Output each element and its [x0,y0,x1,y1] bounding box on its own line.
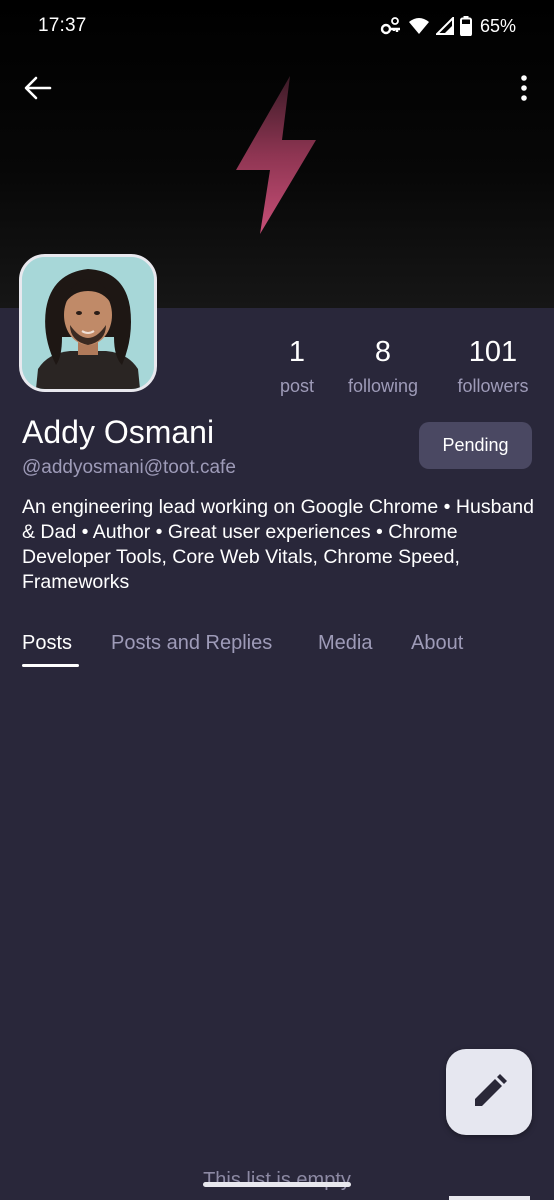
status-bar: 17:37 65% [0,0,554,52]
home-indicator[interactable] [203,1182,351,1187]
status-time: 17:37 [38,15,87,36]
back-button[interactable] [14,66,62,110]
pencil-icon [475,1074,507,1106]
posts-label: post [279,376,315,396]
display-name: Addy Osmani [22,414,215,450]
following-count: 8 [374,336,392,368]
tab-about[interactable]: About [411,626,463,660]
lightning-bolt-icon [236,76,316,234]
follow-request-pending-button[interactable]: Pending [419,422,532,469]
more-options-button[interactable] [504,66,544,110]
bottom-edge-bar [449,1196,530,1200]
battery-icon [459,16,472,36]
more-vertical-icon [521,75,527,101]
profile-tabs: Posts Posts and Replies Media About [0,626,554,670]
followers-label: followers [457,376,529,396]
arrow-left-icon [24,76,52,100]
battery-percent: 65% [479,15,516,36]
account-handle: @addyosmani@toot.cafe [22,457,236,478]
tab-posts[interactable]: Posts [22,626,72,660]
followers-count: 101 [468,336,518,368]
tab-media[interactable]: Media [318,626,372,660]
avatar-photo [22,257,154,389]
signal-icon [435,17,454,35]
empty-list-message: This list is empty [203,1169,351,1191]
status-icons: 65% [380,16,516,37]
vpn-key-icon [380,17,400,35]
tab-posts-and-replies[interactable]: Posts and Replies [111,626,272,660]
compose-button[interactable] [446,1049,532,1135]
following-label: following [347,376,419,396]
active-tab-indicator [22,664,79,667]
profile-bio: An engineering lead working on Google Ch… [22,496,534,593]
wifi-icon [408,18,429,34]
stat-posts[interactable]: 1 post [262,334,332,400]
stat-followers[interactable]: 101 followers [444,334,542,400]
avatar[interactable] [19,254,157,392]
stat-following[interactable]: 8 following [338,334,428,400]
posts-count: 1 [288,336,306,368]
